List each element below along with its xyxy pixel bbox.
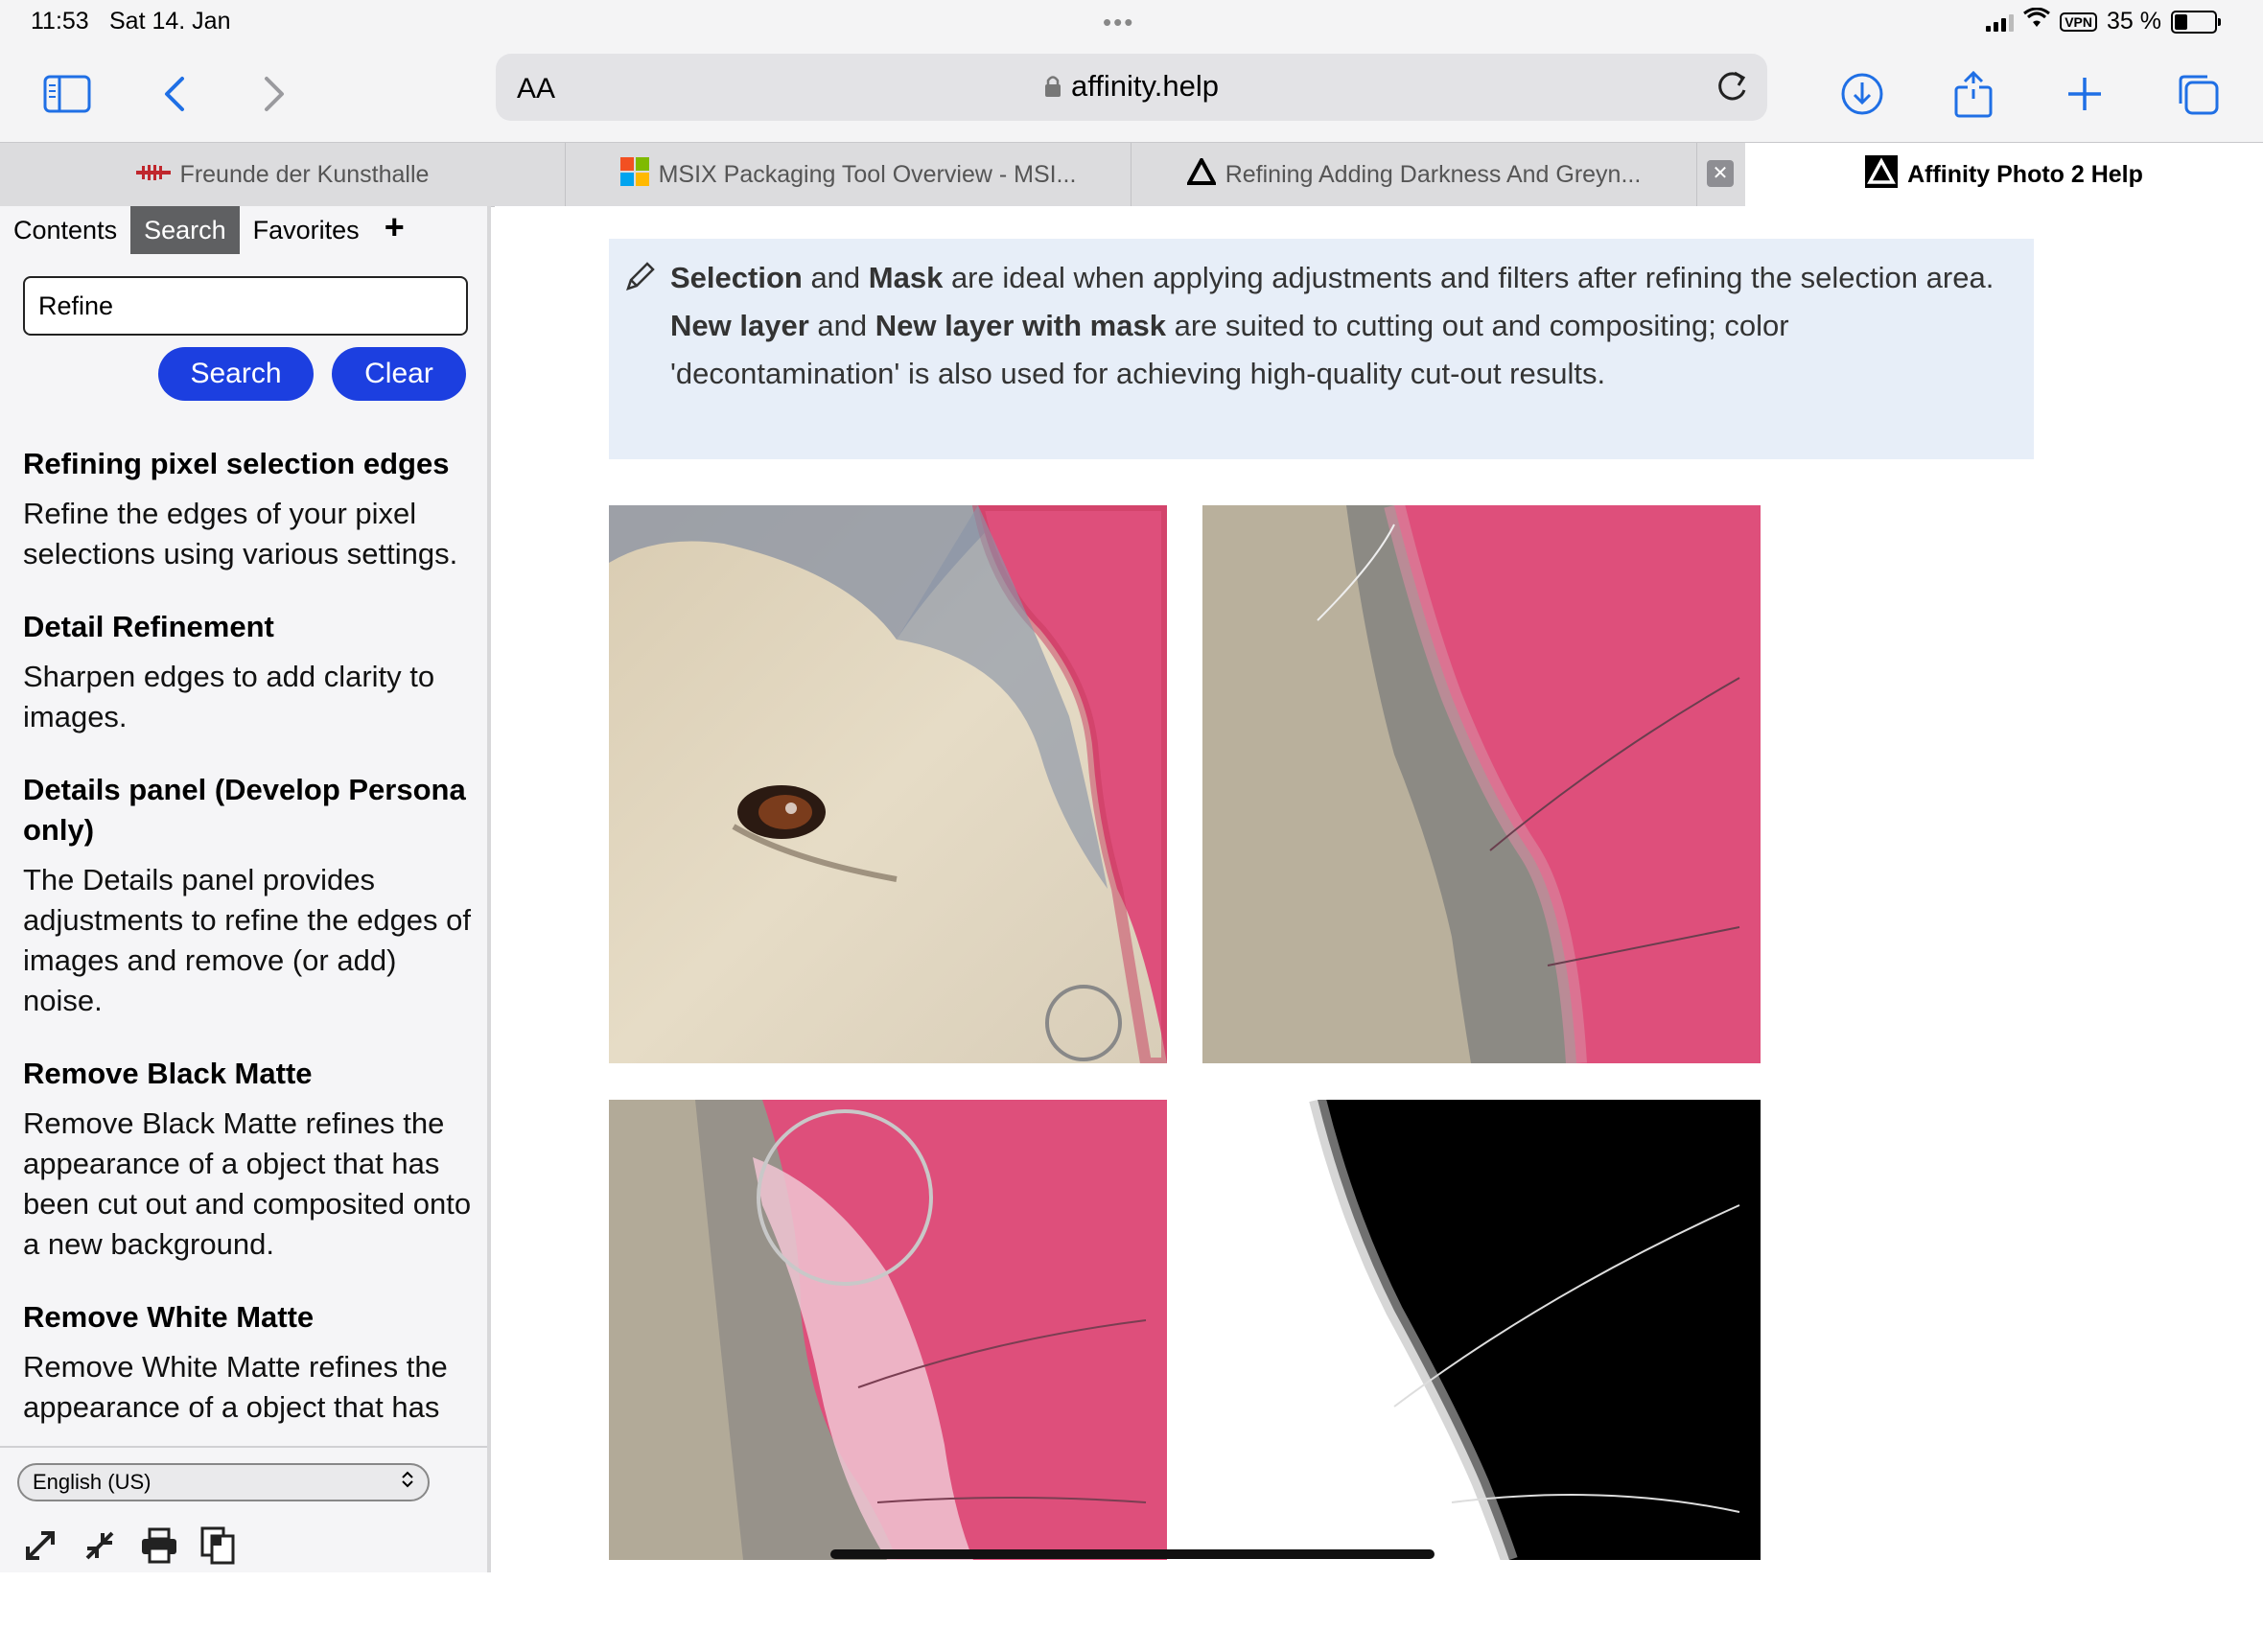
search-result[interactable]: Remove White Matte Remove White Matte re…	[23, 1297, 474, 1428]
tab-favorites[interactable]: Favorites	[240, 206, 373, 254]
address-url: affinity.help	[1071, 69, 1219, 103]
note-term-selection: Selection	[670, 261, 803, 294]
result-description: Remove White Matte refines the appearanc…	[23, 1350, 448, 1424]
battery-icon	[2171, 10, 2221, 34]
share-icon[interactable]	[1945, 65, 2002, 123]
close-tab-icon[interactable]: ✕	[1707, 160, 1734, 187]
result-description: Sharpen edges to add clarity to images.	[23, 660, 435, 733]
result-title[interactable]: Remove White Matte	[23, 1297, 474, 1338]
print-icon[interactable]	[140, 1526, 178, 1565]
tab-title: Affinity Photo 2 Help	[1907, 160, 2143, 188]
tab-affinity-help[interactable]: Affinity Photo 2 Help	[1745, 143, 2263, 206]
tab-title: Refining Adding Darkness And Greyn...	[1225, 160, 1642, 188]
wifi-icon	[2023, 7, 2051, 35]
result-description: Remove Black Matte refines the appearanc…	[23, 1106, 472, 1261]
status-date: Sat 14. Jan	[109, 8, 231, 35]
reload-icon[interactable]	[1714, 67, 1750, 110]
address-url-container: affinity.help	[496, 69, 1767, 105]
tab-bar: Freunde der Kunsthalle MSIX Packaging To…	[0, 142, 2263, 207]
tab-title: MSIX Packaging Tool Overview - MSI...	[658, 160, 1077, 188]
address-bar[interactable]: AA affinity.help	[496, 54, 1767, 121]
tab-search[interactable]: Search	[130, 206, 240, 254]
search-result[interactable]: Details panel (Develop Persona only) The…	[23, 770, 474, 1021]
search-input[interactable]	[23, 276, 468, 336]
add-favorite-button[interactable]: +	[373, 206, 416, 248]
sidebar-toggle-icon[interactable]	[38, 65, 96, 123]
status-bar: 11:53 Sat 14. Jan ••• VPN 35 %	[0, 0, 2263, 46]
example-image-mask	[1202, 1100, 1761, 1560]
chevron-updown-icon	[401, 1470, 414, 1495]
status-time: 11:53	[31, 8, 89, 35]
tab-refining[interactable]: Refining Adding Darkness And Greyn...	[1132, 143, 1697, 206]
example-image-eye	[609, 505, 1167, 1063]
help-sidebar: Contents Search Favorites + Search Clear…	[0, 206, 491, 1572]
tab-contents[interactable]: Contents	[0, 206, 130, 254]
tabs-overview-icon[interactable]	[2169, 65, 2227, 123]
result-title[interactable]: Remove Black Matte	[23, 1054, 474, 1094]
note-term-new-layer-with-mask: New layer with mask	[875, 309, 1166, 342]
result-title[interactable]: Refining pixel selection edges	[23, 444, 474, 484]
expand-icon[interactable]	[21, 1526, 59, 1565]
status-indicators: VPN 35 %	[1986, 7, 2221, 35]
lock-icon	[1044, 71, 1062, 105]
note-term-new-layer: New layer	[670, 309, 809, 342]
battery-percent: 35 %	[2107, 8, 2161, 35]
browser-toolbar: AA affinity.help	[0, 46, 2263, 142]
language-select[interactable]: English (US)	[17, 1463, 430, 1501]
back-icon[interactable]	[146, 65, 203, 123]
search-result[interactable]: Detail Refinement Sharpen edges to add c…	[23, 607, 474, 737]
language-value: English (US)	[33, 1470, 152, 1494]
affinity-favicon	[1185, 155, 1218, 192]
pencil-icon	[622, 260, 657, 309]
example-image-fur-edge	[1202, 505, 1761, 1063]
search-result[interactable]: Remove Black Matte Remove Black Matte re…	[23, 1054, 474, 1265]
search-button[interactable]: Search	[158, 347, 314, 401]
sidebar-tabs: Contents Search Favorites +	[0, 206, 416, 254]
microsoft-favicon	[619, 156, 649, 193]
tab-title: Freunde der Kunsthalle	[179, 160, 430, 188]
home-indicator[interactable]	[830, 1549, 1435, 1559]
result-description: The Details panel provides adjustments t…	[23, 863, 472, 1017]
note-box: Selection and Mask are ideal when applyi…	[609, 239, 2034, 459]
affinity-favicon	[1865, 154, 1899, 195]
sidebar-footer: English (US)	[0, 1446, 487, 1572]
search-result[interactable]: Refining pixel selection edges Refine th…	[23, 444, 474, 574]
note-term-mask: Mask	[868, 261, 944, 294]
forward-icon[interactable]	[245, 65, 303, 123]
kunsthalle-favicon	[135, 161, 171, 189]
note-text: are ideal when applying adjustments and …	[943, 261, 1995, 294]
downloads-icon[interactable]	[1833, 65, 1891, 123]
clear-button[interactable]: Clear	[332, 347, 466, 401]
note-text: and	[808, 309, 875, 342]
cellular-signal-icon	[1986, 12, 2015, 32]
vpn-badge: VPN	[2060, 12, 2098, 32]
tab-msix[interactable]: MSIX Packaging Tool Overview - MSI...	[566, 143, 1132, 206]
help-content: Selection and Mask are ideal when applyi…	[495, 206, 2263, 1572]
collapse-icon[interactable]	[81, 1526, 119, 1565]
result-title[interactable]: Detail Refinement	[23, 607, 474, 647]
new-tab-icon[interactable]	[2056, 65, 2113, 123]
note-text: and	[802, 261, 869, 294]
result-description: Refine the edges of your pixel selection…	[23, 497, 458, 570]
result-title[interactable]: Details panel (Develop Persona only)	[23, 770, 474, 850]
print-topic-icon[interactable]	[199, 1526, 238, 1565]
example-image-refine-brush	[609, 1100, 1167, 1560]
tab-freunde[interactable]: Freunde der Kunsthalle	[0, 143, 566, 206]
multitasking-dots[interactable]: •••	[1103, 8, 1134, 37]
sidebar-tools	[21, 1526, 238, 1565]
